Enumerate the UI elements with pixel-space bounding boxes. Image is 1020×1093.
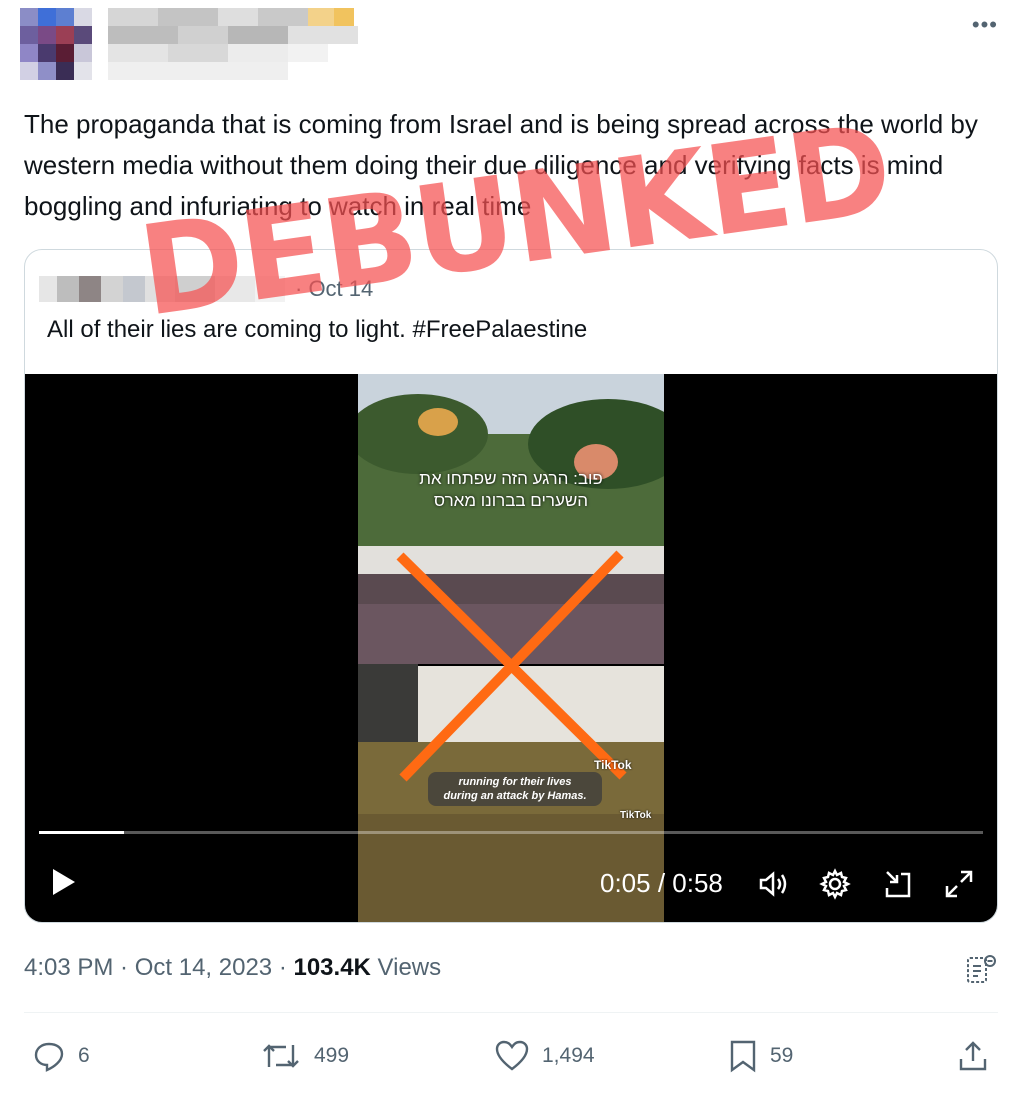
bookmark-count: 59	[770, 1044, 794, 1067]
like-count: 1,494	[542, 1044, 595, 1067]
quoted-tweet-date[interactable]: · Oct 14	[295, 276, 373, 302]
video-time: 0:05 / 0:58	[600, 868, 723, 898]
heart-icon	[495, 1040, 529, 1071]
repost-count: 499	[314, 1044, 350, 1067]
repost-icon	[263, 1044, 299, 1068]
settings-gear-icon[interactable]	[817, 866, 853, 902]
fullscreen-icon[interactable]	[941, 866, 977, 902]
author-name-redacted[interactable]	[108, 8, 358, 80]
reply-button[interactable]: 6	[32, 1036, 90, 1076]
views-label: Views	[377, 954, 442, 981]
tiktok-watermark: TikTok	[594, 758, 632, 772]
video-progress-bar[interactable]	[39, 831, 983, 834]
video-frame: פוב: הרגע הזה שפתחו את השערים בברונו מאר…	[358, 374, 664, 922]
tweet-date[interactable]: Oct 14, 2023	[135, 954, 272, 981]
views-count: 103.4K	[293, 954, 371, 981]
reply-icon	[34, 1042, 64, 1072]
tiktok-watermark-2: TikTok	[620, 810, 652, 821]
divider	[24, 1012, 998, 1013]
reply-count: 6	[78, 1044, 90, 1067]
hebrew-caption: פוב: הרגע הזה שפתחו את השערים בברונו מאר…	[419, 469, 603, 510]
share-icon	[959, 1041, 987, 1071]
video-scene	[358, 374, 664, 922]
bookmark-icon	[730, 1040, 756, 1073]
more-options-icon[interactable]: •••	[972, 12, 998, 38]
bookmark-button[interactable]: 59	[728, 1036, 793, 1076]
picture-in-picture-icon[interactable]	[879, 866, 915, 902]
analytics-icon[interactable]	[964, 952, 998, 991]
video-player[interactable]: פוב: הרגע הזה שפתחו את השערים בברונו מאר…	[25, 374, 997, 922]
like-button[interactable]: 1,494	[494, 1036, 595, 1076]
repost-button[interactable]: 499	[260, 1036, 349, 1076]
video-progress-fill	[39, 831, 124, 834]
volume-icon[interactable]	[755, 866, 791, 902]
quoted-tweet[interactable]: · Oct 14 All of their lies are coming to…	[24, 249, 998, 923]
tweet-meta: 4:03 PM · Oct 14, 2023 · 103.4K Views	[24, 954, 442, 981]
tweet-time[interactable]: 4:03 PM	[24, 954, 113, 981]
tweet-text: The propaganda that is coming from Israe…	[24, 109, 978, 221]
quoted-author-redacted[interactable]	[39, 274, 289, 304]
play-icon[interactable]	[49, 866, 79, 898]
author-avatar[interactable]	[20, 8, 92, 80]
quoted-tweet-text: All of their lies are coming to light. #…	[47, 316, 588, 343]
english-caption: running for their lives during an attack…	[428, 772, 602, 806]
share-button[interactable]	[956, 1036, 1002, 1076]
